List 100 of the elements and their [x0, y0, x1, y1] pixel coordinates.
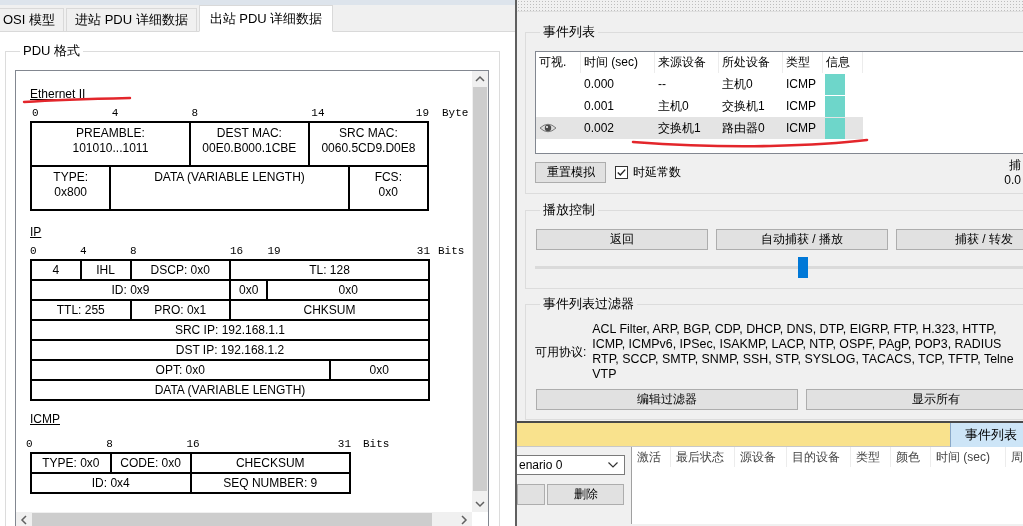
column-header[interactable]: 来源设备	[655, 52, 719, 73]
playback-button[interactable]: 捕获 / 转发	[896, 229, 1023, 250]
tab[interactable]: 进站 PDU 详细数据	[66, 8, 197, 31]
scroll-up-icon[interactable]	[475, 75, 485, 83]
ruler-label: 8	[106, 438, 113, 451]
column-header[interactable]: 所处设备	[719, 52, 783, 73]
tab[interactable]: 事件列表	[950, 423, 1023, 447]
group-title: PDU 格式	[22, 43, 82, 59]
field-label: 可用协议:	[535, 343, 587, 361]
protocol-list: ACL Filter, ARP, BGP, CDP, DHCP, DNS, DTP, EIGRP, FTP, H.323, HTTP, ICMP, ICMPv6, IPSec, ISAKMP, LACP, NTP, OSPF, PAgP, POP3, RADIUS RTP, SCCP, SMTP, SNMP, SSH, STP, SYSLOG, TACACS, TCP, TFTP, Telne VTP	[592, 322, 1014, 382]
ruler-label: 8	[130, 245, 137, 258]
column-header[interactable]: 类型	[783, 52, 823, 73]
pdu-field: PRO: 0x1	[131, 301, 231, 321]
column-header[interactable]: 类型	[851, 447, 891, 467]
table-cell-text: 0.000	[583, 76, 616, 93]
filter-button[interactable]: 编辑过滤器	[536, 389, 798, 410]
ruler-label: 16	[230, 245, 244, 258]
table-cell-text: 0.002	[583, 120, 616, 137]
filter-button[interactable]: 显示所有	[806, 389, 1023, 410]
column-header[interactable]: 激活	[632, 447, 671, 467]
chevron-down-icon	[608, 462, 618, 468]
pdu-field: TTL: 255	[32, 301, 132, 321]
column-header[interactable]: 时间 (sec)	[931, 447, 1006, 467]
pdu-field: CHECKSUM	[191, 454, 351, 474]
scroll-thumb[interactable]	[32, 513, 432, 526]
ruler-unit: Bits	[363, 438, 390, 451]
ruler-unit: Byte	[442, 107, 469, 120]
scroll-down-icon[interactable]	[475, 500, 485, 508]
pdu-field: 0x0	[268, 281, 430, 301]
table-cell-text: ICMP	[785, 76, 817, 93]
group-title: 事件列表过滤器	[542, 296, 635, 312]
table-cell-text: ICMP	[785, 120, 817, 137]
tab[interactable]: 出站 PDU 详细数据	[198, 5, 334, 32]
pdu-field: SEQ NUMBER: 9	[191, 474, 351, 494]
side-value: 0.0	[1004, 172, 1021, 188]
playback-button[interactable]: 返回	[536, 229, 708, 250]
info-color-swatch[interactable]	[825, 74, 845, 95]
column-header[interactable]: 最后状态	[671, 447, 735, 467]
group-title: 播放控制	[542, 202, 596, 218]
scroll-thumb[interactable]	[473, 87, 487, 491]
ruler-label: 19	[267, 245, 281, 258]
section-title: Ethernet II	[30, 87, 86, 101]
event-row[interactable]: 0.000 -- 主机0 ICMP	[536, 73, 863, 95]
scroll-left-icon[interactable]	[20, 514, 28, 525]
side-label: 捕	[1009, 157, 1021, 173]
pdu-field: ID: 0x4	[32, 474, 192, 494]
column-header[interactable]: 周	[1006, 447, 1023, 467]
pdu-field: IHL	[81, 261, 132, 281]
ruler-label: 4	[80, 245, 87, 258]
vertical-scrollbar[interactable]	[472, 71, 488, 512]
column-header[interactable]: 信息	[823, 52, 863, 73]
event-row[interactable]: 0.001 主机0 交换机1 ICMP	[536, 95, 863, 117]
pdu-field: DATA (VARIABLE LENGTH)	[111, 167, 350, 211]
column-header[interactable]: 源设备	[735, 447, 787, 467]
ruler-label: 0	[32, 107, 39, 120]
pdu-field: OPT: 0x0	[32, 361, 331, 381]
pdu-field: TYPE: 0x800	[32, 167, 112, 211]
column-header[interactable]: 时间 (sec)	[581, 52, 655, 73]
pdu-field: DATA (VARIABLE LENGTH)	[32, 381, 430, 401]
pdu-field: FCS: 0x0	[349, 167, 429, 211]
partial-button[interactable]	[517, 484, 545, 505]
event-row[interactable]: 0.002 交换机1 路由器0 ICMP	[536, 117, 863, 139]
info-color-swatch[interactable]	[825, 118, 845, 139]
section-title: ICMP	[30, 412, 60, 426]
pdu-field: PREAMBLE: 101010...1011	[32, 123, 191, 167]
pdu-field: CHKSUM	[231, 301, 430, 321]
pdu-field: SRC IP: 192.168.1.1	[32, 321, 430, 341]
slider-thumb[interactable]	[797, 257, 808, 278]
table-cell-text: 主机0	[721, 76, 754, 93]
ruler-label: 0	[26, 438, 33, 451]
pdu-field: DST IP: 192.168.1.2	[32, 341, 430, 361]
table-cell-text: 路由器0	[721, 120, 766, 137]
table-cell-text: ICMP	[785, 98, 817, 115]
pdu-field: DSCP: 0x0	[131, 261, 231, 281]
pdu-field: TYPE: 0x0	[32, 454, 112, 474]
scroll-right-icon[interactable]	[460, 514, 468, 525]
ruler-label: 31	[416, 245, 430, 258]
eye-icon	[539, 123, 557, 133]
table-cell-text: 主机0	[657, 98, 690, 115]
pdu-field: 0x0	[231, 281, 269, 301]
reset-simulation-button[interactable]: 重置模拟	[535, 162, 606, 183]
pdu-field: 0x0	[330, 361, 430, 381]
pdu-field: ID: 0x9	[32, 281, 231, 301]
checkbox[interactable]	[615, 166, 628, 179]
delete-button[interactable]: 删除	[547, 484, 624, 505]
pdu-field: DEST MAC: 00E0.B000.1CBE	[190, 123, 310, 167]
column-header[interactable]: 目的设备	[787, 447, 851, 467]
tab[interactable]: OSI 模型	[0, 8, 64, 31]
checkbox-label[interactable]: 时延常数	[633, 164, 681, 181]
playback-button[interactable]: 自动捕获 / 播放	[716, 229, 888, 250]
splitter-bar[interactable]	[517, 0, 1023, 12]
ruler-label: 31	[337, 438, 351, 451]
column-header[interactable]: 可视.	[536, 52, 581, 73]
pdu-field: CODE: 0x0	[111, 454, 192, 474]
scenario-dropdown[interactable]: enario 0	[517, 455, 625, 475]
horizontal-scrollbar[interactable]	[16, 512, 472, 526]
column-header[interactable]: 颜色	[891, 447, 931, 467]
section-title: IP	[30, 225, 42, 239]
pdu-field: TL: 128	[231, 261, 430, 281]
info-color-swatch[interactable]	[825, 96, 845, 117]
